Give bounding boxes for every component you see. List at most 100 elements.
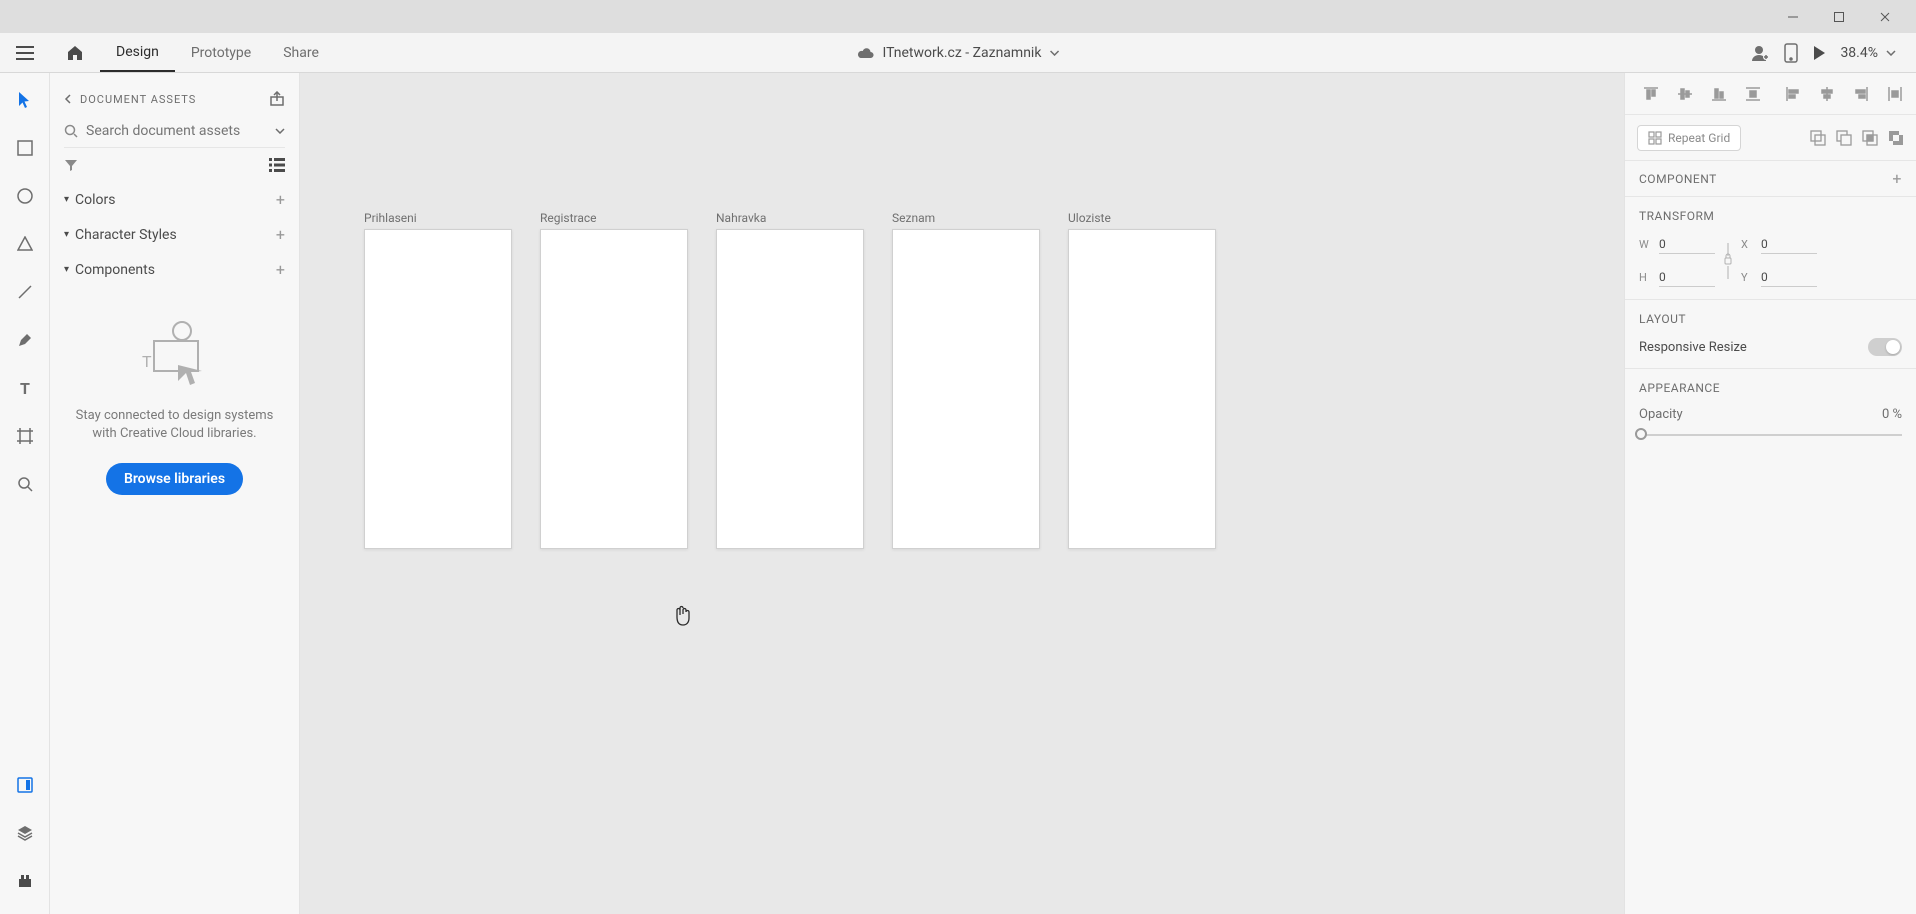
w-label: W — [1639, 238, 1653, 251]
artboard[interactable] — [892, 229, 1040, 549]
intersect-boolean-button[interactable] — [1862, 130, 1878, 146]
tab-prototype[interactable]: Prototype — [175, 33, 267, 72]
home-button[interactable] — [50, 33, 100, 72]
layout-heading: LAYOUT — [1639, 312, 1902, 326]
left-toolbar: T — [0, 73, 50, 914]
layers-tool[interactable] — [12, 820, 38, 846]
document-title[interactable]: ITnetwork.cz - Zaznamnik — [857, 45, 1060, 61]
align-center-button[interactable] — [1813, 80, 1841, 108]
y-input[interactable] — [1761, 268, 1817, 287]
invite-button[interactable] — [1750, 43, 1770, 63]
search-input[interactable] — [86, 123, 267, 139]
close-button[interactable] — [1862, 1, 1908, 33]
hamburger-menu-button[interactable] — [0, 33, 50, 72]
filter-icon[interactable] — [64, 158, 78, 172]
artboard-title[interactable]: Nahravka — [716, 211, 864, 225]
repeat-grid-label: Repeat Grid — [1668, 131, 1730, 145]
play-preview-button[interactable] — [1812, 45, 1826, 61]
zoom-tool[interactable] — [12, 471, 38, 497]
responsive-resize-toggle[interactable] — [1868, 338, 1902, 356]
chevron-down-icon: ▾ — [64, 264, 69, 275]
add-color-button[interactable]: + — [276, 190, 285, 209]
lock-aspect-icon[interactable] — [1721, 243, 1735, 279]
layout-section: LAYOUT Responsive Resize — [1625, 300, 1916, 369]
align-right-button[interactable] — [1847, 80, 1875, 108]
back-chevron-icon[interactable] — [64, 94, 72, 104]
cursor-icon — [674, 605, 692, 627]
section-label: Components — [75, 262, 276, 278]
svg-text:T: T — [20, 380, 30, 396]
add-charstyle-button[interactable]: + — [276, 225, 285, 244]
rectangle-tool[interactable] — [12, 135, 38, 161]
section-components[interactable]: ▾ Components + — [50, 252, 299, 287]
tab-design[interactable]: Design — [100, 33, 175, 72]
empty-illustration-icon: T — [130, 317, 220, 387]
component-section-header: COMPONENT + — [1625, 161, 1916, 197]
appearance-section: APPEARANCE Opacity 0 % — [1625, 369, 1916, 448]
width-input[interactable] — [1659, 235, 1715, 254]
assets-panel: DOCUMENT ASSETS ▾ Colors + — [50, 73, 300, 914]
section-character-styles[interactable]: ▾ Character Styles + — [50, 217, 299, 252]
artboard[interactable] — [716, 229, 864, 549]
ellipse-tool[interactable] — [12, 183, 38, 209]
empty-state-message: Stay connected to design systems with Cr… — [70, 407, 279, 443]
align-middle-button[interactable] — [1671, 80, 1699, 108]
subtract-boolean-button[interactable] — [1836, 130, 1852, 146]
maximize-button[interactable] — [1816, 1, 1862, 33]
chevron-down-icon: ▾ — [64, 194, 69, 205]
assets-header-title: DOCUMENT ASSETS — [80, 93, 261, 106]
pen-tool[interactable] — [12, 327, 38, 353]
y-label: Y — [1741, 271, 1755, 284]
polygon-tool[interactable] — [12, 231, 38, 257]
x-input[interactable] — [1761, 235, 1817, 254]
line-tool[interactable] — [12, 279, 38, 305]
search-icon — [64, 124, 78, 138]
slider-thumb[interactable] — [1635, 428, 1647, 440]
transform-section: TRANSFORM W X H Y — [1625, 197, 1916, 300]
libraries-tool[interactable] — [12, 772, 38, 798]
artboard[interactable] — [540, 229, 688, 549]
add-component-button[interactable]: + — [276, 260, 285, 279]
section-label: Character Styles — [75, 227, 276, 243]
zoom-dropdown[interactable]: 38.4% — [1840, 45, 1896, 61]
section-label: Colors — [75, 192, 276, 208]
select-tool[interactable] — [12, 87, 38, 113]
artboard-title[interactable]: Seznam — [892, 211, 1040, 225]
svg-text:T: T — [142, 352, 152, 371]
chevron-down-icon — [1049, 50, 1059, 56]
list-view-icon[interactable] — [269, 158, 285, 172]
artboard-tool[interactable] — [12, 423, 38, 449]
browse-libraries-button[interactable]: Browse libraries — [106, 463, 243, 495]
height-input[interactable] — [1659, 268, 1715, 287]
opacity-slider[interactable] — [1639, 434, 1902, 436]
opacity-label: Opacity — [1639, 407, 1683, 422]
exclude-boolean-button[interactable] — [1888, 130, 1904, 146]
align-top-button[interactable] — [1637, 80, 1665, 108]
add-component-button[interactable]: + — [1892, 169, 1902, 188]
artboard[interactable] — [1068, 229, 1216, 549]
align-left-button[interactable] — [1779, 80, 1807, 108]
align-bottom-button[interactable] — [1705, 80, 1733, 108]
publish-icon[interactable] — [269, 91, 285, 107]
section-colors[interactable]: ▾ Colors + — [50, 182, 299, 217]
artboard-title[interactable]: Prihlaseni — [364, 211, 512, 225]
top-toolbar: Design Prototype Share ITnetwork.cz - Za… — [0, 33, 1916, 73]
mobile-preview-button[interactable] — [1784, 43, 1798, 63]
text-tool[interactable]: T — [12, 375, 38, 401]
artboard[interactable] — [364, 229, 512, 549]
distribute-horizontal-button[interactable] — [1881, 80, 1909, 108]
document-title-text: ITnetwork.cz - Zaznamnik — [883, 45, 1042, 61]
minimize-button[interactable] — [1770, 1, 1816, 33]
component-heading: COMPONENT — [1639, 172, 1717, 186]
repeat-grid-button[interactable]: Repeat Grid — [1637, 125, 1741, 151]
tab-share[interactable]: Share — [267, 33, 335, 72]
add-boolean-button[interactable] — [1810, 130, 1826, 146]
plugins-tool[interactable] — [12, 868, 38, 894]
canvas[interactable]: Prihlaseni Registrace Nahravka Seznam Ul… — [300, 73, 1624, 914]
distribute-vertical-button[interactable] — [1739, 80, 1767, 108]
artboard-title[interactable]: Registrace — [540, 211, 688, 225]
chevron-down-icon[interactable] — [275, 128, 285, 134]
artboard-title[interactable]: Uloziste — [1068, 211, 1216, 225]
chevron-down-icon: ▾ — [64, 229, 69, 240]
responsive-resize-label: Responsive Resize — [1639, 340, 1747, 355]
